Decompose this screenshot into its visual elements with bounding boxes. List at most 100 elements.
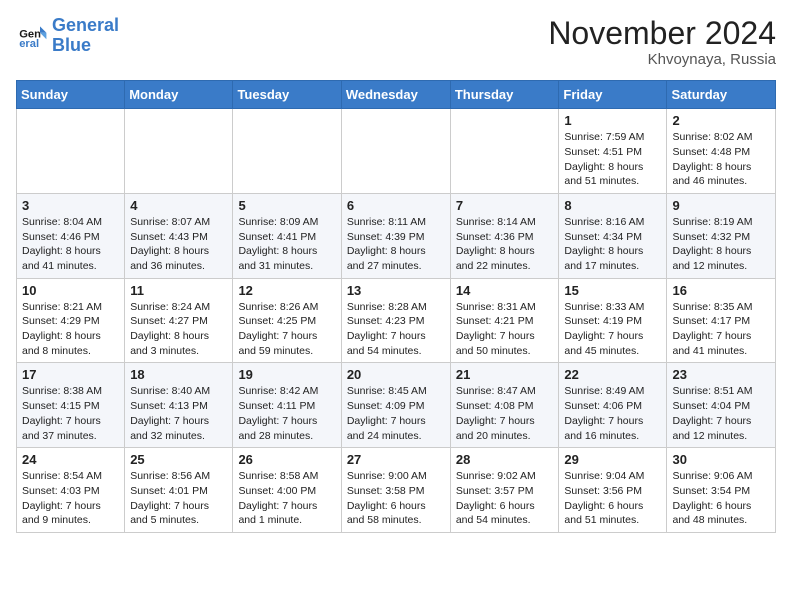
logo: Gen eral General Blue <box>16 16 119 56</box>
logo-general: General <box>52 15 119 35</box>
calendar-cell <box>341 109 450 194</box>
calendar-week-row: 24Sunrise: 8:54 AMSunset: 4:03 PMDayligh… <box>17 448 776 533</box>
day-number: 16 <box>672 283 770 298</box>
calendar-week-row: 17 Sunrise: 8:38 AMSunset: 4:15 PMDayligh… <box>17 363 776 448</box>
calendar-cell: 29Sunrise: 9:04 AMSunset: 3:56 PMDayligh… <box>559 448 667 533</box>
day-info: Sunrise: 9:00 AMSunset: 3:58 PMDaylight:… <box>347 469 445 528</box>
day-number: 21 <box>456 367 554 382</box>
day-number: 9 <box>672 198 770 213</box>
calendar-week-row: 3 Sunrise: 8:04 AMSunset: 4:46 PMDaylight… <box>17 193 776 278</box>
day-number: 2 <box>672 113 770 128</box>
calendar-cell: 5 Sunrise: 8:09 AMSunset: 4:41 PMDaylight… <box>233 193 341 278</box>
calendar-header-tuesday: Tuesday <box>233 81 341 109</box>
day-info: Sunrise: 8:38 AMSunset: 4:15 PMDaylight:… <box>22 384 119 443</box>
calendar-header-monday: Monday <box>125 81 233 109</box>
calendar-cell: 7 Sunrise: 8:14 AMSunset: 4:36 PMDaylight… <box>450 193 559 278</box>
day-number: 3 <box>22 198 119 213</box>
day-info: Sunrise: 8:09 AMSunset: 4:41 PMDaylight:… <box>238 215 335 274</box>
calendar-cell: 1Sunrise: 7:59 AMSunset: 4:51 PMDaylight… <box>559 109 667 194</box>
day-info: Sunrise: 8:16 AMSunset: 4:34 PMDaylight:… <box>564 215 661 274</box>
day-number: 27 <box>347 452 445 467</box>
calendar-cell: 16 Sunrise: 8:35 AMSunset: 4:17 PMDayligh… <box>667 278 776 363</box>
calendar-cell: 2Sunrise: 8:02 AMSunset: 4:48 PMDaylight… <box>667 109 776 194</box>
day-number: 23 <box>672 367 770 382</box>
day-info: Sunrise: 8:07 AMSunset: 4:43 PMDaylight:… <box>130 215 227 274</box>
day-info: Sunrise: 8:14 AMSunset: 4:36 PMDaylight:… <box>456 215 554 274</box>
calendar-header-thursday: Thursday <box>450 81 559 109</box>
day-number: 4 <box>130 198 227 213</box>
day-number: 13 <box>347 283 445 298</box>
day-number: 24 <box>22 452 119 467</box>
calendar-cell: 28 Sunrise: 9:02 AMSunset: 3:57 PMDayligh… <box>450 448 559 533</box>
day-number: 14 <box>456 283 554 298</box>
day-number: 5 <box>238 198 335 213</box>
month-year-title: November 2024 <box>548 16 776 51</box>
day-info: Sunrise: 8:21 AMSunset: 4:29 PMDaylight:… <box>22 300 119 359</box>
day-info: Sunrise: 8:35 AMSunset: 4:17 PMDaylight:… <box>672 300 770 359</box>
calendar-cell: 10 Sunrise: 8:21 AMSunset: 4:29 PMDayligh… <box>17 278 125 363</box>
calendar-cell: 30Sunrise: 9:06 AMSunset: 3:54 PMDayligh… <box>667 448 776 533</box>
calendar-cell: 9 Sunrise: 8:19 AMSunset: 4:32 PMDaylight… <box>667 193 776 278</box>
calendar-cell: 26Sunrise: 8:58 AMSunset: 4:00 PMDayligh… <box>233 448 341 533</box>
day-info: Sunrise: 9:04 AMSunset: 3:56 PMDaylight:… <box>564 469 661 528</box>
calendar-week-row: 10 Sunrise: 8:21 AMSunset: 4:29 PMDayligh… <box>17 278 776 363</box>
calendar-cell: 11 Sunrise: 8:24 AMSunset: 4:27 PMDayligh… <box>125 278 233 363</box>
calendar-cell: 17 Sunrise: 8:38 AMSunset: 4:15 PMDayligh… <box>17 363 125 448</box>
calendar-cell: 18 Sunrise: 8:40 AMSunset: 4:13 PMDayligh… <box>125 363 233 448</box>
day-number: 28 <box>456 452 554 467</box>
day-number: 15 <box>564 283 661 298</box>
calendar-header-row: SundayMondayTuesdayWednesdayThursdayFrid… <box>17 81 776 109</box>
calendar-cell: 4 Sunrise: 8:07 AMSunset: 4:43 PMDaylight… <box>125 193 233 278</box>
day-number: 20 <box>347 367 445 382</box>
day-info: Sunrise: 8:58 AMSunset: 4:00 PMDaylight:… <box>238 469 335 528</box>
header: Gen eral General Blue November 2024 Khvo… <box>16 16 776 68</box>
day-number: 10 <box>22 283 119 298</box>
day-info: Sunrise: 8:40 AMSunset: 4:13 PMDaylight:… <box>130 384 227 443</box>
day-info: Sunrise: 8:51 AMSunset: 4:04 PMDaylight:… <box>672 384 770 443</box>
day-info: Sunrise: 8:33 AMSunset: 4:19 PMDaylight:… <box>564 300 661 359</box>
day-number: 12 <box>238 283 335 298</box>
calendar-cell: 12 Sunrise: 8:26 AMSunset: 4:25 PMDayligh… <box>233 278 341 363</box>
day-number: 19 <box>238 367 335 382</box>
location-subtitle: Khvoynaya, Russia <box>548 51 776 68</box>
day-info: Sunrise: 8:28 AMSunset: 4:23 PMDaylight:… <box>347 300 445 359</box>
calendar-cell: 21 Sunrise: 8:47 AMSunset: 4:08 PMDayligh… <box>450 363 559 448</box>
day-number: 7 <box>456 198 554 213</box>
calendar-cell: 22Sunrise: 8:49 AMSunset: 4:06 PMDayligh… <box>559 363 667 448</box>
day-info: Sunrise: 8:19 AMSunset: 4:32 PMDaylight:… <box>672 215 770 274</box>
day-number: 18 <box>130 367 227 382</box>
day-info: Sunrise: 8:45 AMSunset: 4:09 PMDaylight:… <box>347 384 445 443</box>
calendar-cell: 6 Sunrise: 8:11 AMSunset: 4:39 PMDaylight… <box>341 193 450 278</box>
day-number: 8 <box>564 198 661 213</box>
calendar-cell: 3 Sunrise: 8:04 AMSunset: 4:46 PMDaylight… <box>17 193 125 278</box>
calendar-cell: 20 Sunrise: 8:45 AMSunset: 4:09 PMDayligh… <box>341 363 450 448</box>
day-number: 11 <box>130 283 227 298</box>
day-info: Sunrise: 7:59 AMSunset: 4:51 PMDaylight:… <box>564 130 661 189</box>
calendar-cell <box>233 109 341 194</box>
title-area: November 2024 Khvoynaya, Russia <box>548 16 776 68</box>
day-number: 6 <box>347 198 445 213</box>
day-number: 17 <box>22 367 119 382</box>
calendar-cell: 24Sunrise: 8:54 AMSunset: 4:03 PMDayligh… <box>17 448 125 533</box>
day-info: Sunrise: 9:02 AMSunset: 3:57 PMDaylight:… <box>456 469 554 528</box>
day-info: Sunrise: 8:49 AMSunset: 4:06 PMDaylight:… <box>564 384 661 443</box>
day-info: Sunrise: 8:26 AMSunset: 4:25 PMDaylight:… <box>238 300 335 359</box>
calendar-cell: 13 Sunrise: 8:28 AMSunset: 4:23 PMDayligh… <box>341 278 450 363</box>
logo-text: General Blue <box>52 16 119 56</box>
calendar-cell: 14 Sunrise: 8:31 AMSunset: 4:21 PMDayligh… <box>450 278 559 363</box>
calendar-cell: 27 Sunrise: 9:00 AMSunset: 3:58 PMDayligh… <box>341 448 450 533</box>
day-info: Sunrise: 8:24 AMSunset: 4:27 PMDaylight:… <box>130 300 227 359</box>
day-info: Sunrise: 8:04 AMSunset: 4:46 PMDaylight:… <box>22 215 119 274</box>
day-info: Sunrise: 8:31 AMSunset: 4:21 PMDaylight:… <box>456 300 554 359</box>
svg-text:eral: eral <box>19 38 39 50</box>
day-info: Sunrise: 8:47 AMSunset: 4:08 PMDaylight:… <box>456 384 554 443</box>
logo-blue: Blue <box>52 35 91 55</box>
calendar-cell <box>17 109 125 194</box>
day-info: Sunrise: 8:11 AMSunset: 4:39 PMDaylight:… <box>347 215 445 274</box>
day-number: 30 <box>672 452 770 467</box>
day-number: 25 <box>130 452 227 467</box>
calendar-header-friday: Friday <box>559 81 667 109</box>
calendar-header-sunday: Sunday <box>17 81 125 109</box>
calendar-cell: 19 Sunrise: 8:42 AMSunset: 4:11 PMDayligh… <box>233 363 341 448</box>
day-info: Sunrise: 8:42 AMSunset: 4:11 PMDaylight:… <box>238 384 335 443</box>
